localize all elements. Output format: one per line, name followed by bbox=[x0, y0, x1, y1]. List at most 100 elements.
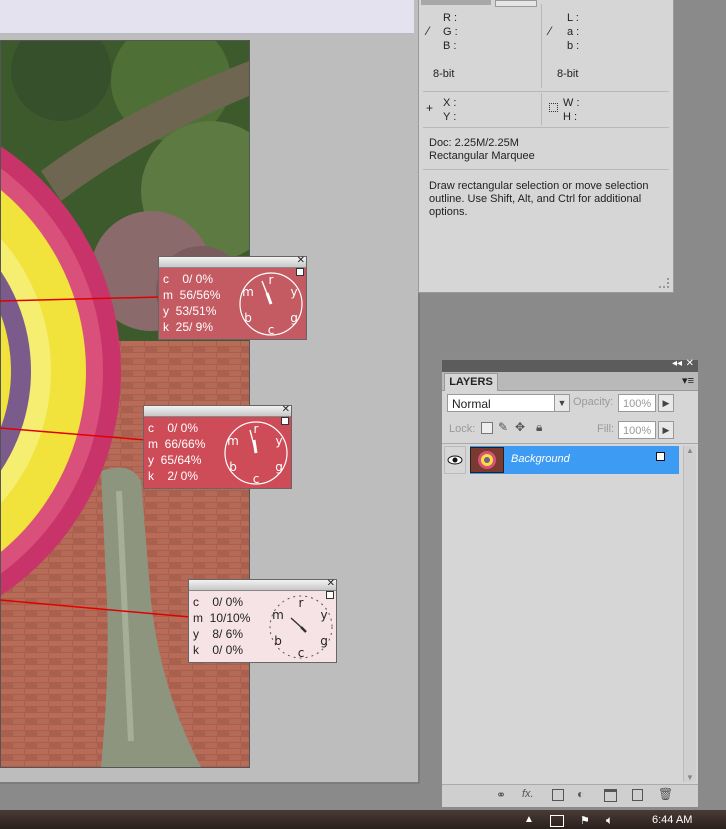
delete-layer-icon[interactable]: 🗑︎ bbox=[658, 787, 673, 801]
dial-letter-c: c bbox=[253, 472, 260, 486]
collapse-icon[interactable]: ◂◂ bbox=[672, 358, 682, 369]
blend-mode-value: Normal bbox=[452, 397, 491, 411]
eyedropper-icon: ⁄ bbox=[549, 24, 552, 38]
dial-letter-y: y bbox=[290, 285, 297, 299]
h-label: H : bbox=[563, 111, 578, 123]
b-lab-label: b : bbox=[567, 40, 580, 52]
color-sampler-1[interactable]: ✕ c 0/ 0% m 56/56% y 53/51% k 25/ 9% r y… bbox=[158, 256, 307, 340]
opacity-arrow-icon[interactable]: ▶ bbox=[658, 394, 674, 412]
fill-label: Fill: bbox=[597, 423, 615, 435]
lock-all-icon[interactable]: 🔒︎ bbox=[536, 420, 542, 435]
new-layer-icon[interactable] bbox=[632, 789, 643, 801]
dial-letter-b: b bbox=[274, 634, 282, 648]
dial-letter-m: m bbox=[227, 434, 239, 448]
magenta-value: m 56/56% bbox=[163, 288, 221, 302]
blend-mode-select[interactable]: Normal bbox=[447, 394, 555, 412]
black-value: k 25/ 9% bbox=[163, 320, 214, 334]
close-icon[interactable]: ✕ bbox=[686, 358, 694, 369]
tray-flag-icon[interactable]: ⚑ bbox=[580, 814, 590, 827]
panel-menu-icon[interactable]: ▾≡ bbox=[682, 374, 694, 387]
dial-letter-m: m bbox=[242, 285, 254, 299]
color-dial-1: r y g c b m bbox=[239, 272, 303, 337]
x-label: X : bbox=[443, 97, 457, 109]
cyan-value: c 0/ 0% bbox=[148, 421, 199, 435]
r-label: R : bbox=[443, 12, 458, 24]
color-sampler-2-titlebar[interactable]: ✕ bbox=[144, 405, 291, 417]
cyan-value: c 0/ 0% bbox=[193, 595, 244, 609]
color-sampler-3-values: c 0/ 0% m 10/10% y 8/ 6% k 0/ 0% bbox=[193, 594, 250, 658]
blend-mode-arrow-icon[interactable]: ▼ bbox=[554, 394, 570, 412]
selection-size-icon bbox=[549, 103, 558, 112]
color-sampler-3[interactable]: ✕ c 0/ 0% m 10/10% y 8/ 6% k 0/ 0% r y g… bbox=[188, 579, 337, 663]
tray-network-icon[interactable] bbox=[550, 815, 564, 827]
layer-lock-icon bbox=[656, 452, 665, 461]
g-label: G : bbox=[443, 26, 458, 38]
tool-hint: Draw rectangular selection or move selec… bbox=[429, 180, 649, 218]
rgb-labels: R : G : B : bbox=[443, 11, 458, 53]
link-layers-icon[interactable]: ⚭ bbox=[496, 788, 506, 802]
new-group-icon[interactable] bbox=[604, 789, 617, 802]
dial-letter-g: g bbox=[290, 311, 298, 325]
fill-arrow-icon[interactable]: ▶ bbox=[658, 421, 674, 439]
layer-style-icon[interactable]: fx. bbox=[522, 788, 534, 800]
tab-layers[interactable]: LAYERS bbox=[444, 373, 498, 391]
lock-brush-icon[interactable]: ✎ bbox=[498, 420, 508, 434]
yellow-value: y 65/64% bbox=[148, 453, 202, 467]
dial-letter-c: c bbox=[268, 323, 275, 337]
adjustment-layer-icon[interactable]: ◐ bbox=[577, 787, 584, 801]
tray-arrow-icon[interactable]: ▲ bbox=[524, 814, 534, 825]
info-panel-tab-info[interactable] bbox=[495, 0, 537, 7]
info-divider bbox=[541, 4, 542, 88]
crosshair-icon: + bbox=[426, 101, 434, 115]
color-sampler-3-titlebar[interactable]: ✕ bbox=[189, 579, 336, 591]
dial-letter-r: r bbox=[269, 273, 274, 287]
cyan-value: c 0/ 0% bbox=[163, 272, 214, 286]
layers-panel: ◂◂ ✕ LAYERS ▾≡ Normal ▼ Opacity: 100% ▶ … bbox=[441, 358, 699, 807]
info-divider bbox=[541, 93, 542, 125]
info-panel-tab-left[interactable] bbox=[421, 0, 491, 5]
y-label: Y : bbox=[443, 111, 457, 123]
l-label: L : bbox=[567, 12, 579, 24]
layer-row-background[interactable]: Background bbox=[470, 446, 679, 474]
color-sampler-2[interactable]: ✕ c 0/ 0% m 66/66% y 65/64% k 2/ 0% r y … bbox=[143, 405, 292, 489]
close-icon[interactable]: ✕ bbox=[297, 256, 305, 266]
dial-letter-m: m bbox=[272, 608, 284, 622]
layers-scrollbar[interactable]: ▲ ▼ bbox=[683, 446, 696, 782]
lock-transparent-icon[interactable] bbox=[481, 422, 493, 434]
opacity-label: Opacity: bbox=[573, 396, 614, 408]
info-separator bbox=[423, 127, 669, 128]
dial-letter-g: g bbox=[275, 460, 283, 474]
lock-move-icon[interactable]: ✥ bbox=[515, 420, 525, 434]
scroll-up-icon[interactable]: ▲ bbox=[686, 446, 694, 455]
dial-letter-r: r bbox=[254, 422, 259, 436]
tray-volume-icon[interactable]: 🔈︎ bbox=[606, 813, 613, 828]
info-separator bbox=[423, 91, 669, 92]
color-sampler-2-values: c 0/ 0% m 66/66% y 65/64% k 2/ 0% bbox=[148, 420, 205, 484]
close-icon[interactable]: ✕ bbox=[327, 579, 335, 589]
layers-panel-titlebar[interactable]: ◂◂ ✕ bbox=[442, 358, 698, 372]
bit-depth-left: 8-bit bbox=[433, 68, 455, 80]
dial-letter-c: c bbox=[298, 646, 305, 660]
taskbar-clock[interactable]: 6:44 AM bbox=[652, 814, 692, 826]
layers-footer-toolbar: ⚭ fx. ◐ 🗑︎ bbox=[442, 784, 698, 807]
add-mask-icon[interactable] bbox=[552, 789, 564, 801]
color-sampler-1-titlebar[interactable]: ✕ bbox=[159, 256, 306, 268]
layers-tab-strip: LAYERS ▾≡ bbox=[442, 372, 698, 391]
info-panel: ⁄ R : G : B : ⁄ L : a : b : 8-bit 8-bit … bbox=[418, 0, 674, 293]
color-dial-3: r y g c b m bbox=[269, 595, 333, 660]
black-value: k 0/ 0% bbox=[193, 643, 244, 657]
eyedropper-icon: ⁄ bbox=[427, 24, 430, 38]
scroll-down-icon[interactable]: ▼ bbox=[686, 773, 694, 782]
doc-size: Doc: 2.25M/2.25M bbox=[429, 137, 519, 149]
color-sampler-1-values: c 0/ 0% m 56/56% y 53/51% k 25/ 9% bbox=[163, 271, 220, 335]
bit-depth-right: 8-bit bbox=[557, 68, 579, 80]
close-icon[interactable]: ✕ bbox=[282, 405, 290, 415]
layer-name[interactable]: Background bbox=[511, 453, 570, 465]
visibility-eye-icon[interactable] bbox=[444, 446, 466, 474]
opacity-input[interactable]: 100% bbox=[618, 394, 656, 412]
dial-letter-g: g bbox=[320, 634, 328, 648]
fill-input[interactable]: 100% bbox=[618, 421, 656, 439]
dial-letter-r: r bbox=[299, 596, 304, 610]
resize-grip[interactable] bbox=[659, 278, 669, 288]
xy-labels: X : Y : bbox=[443, 96, 456, 124]
